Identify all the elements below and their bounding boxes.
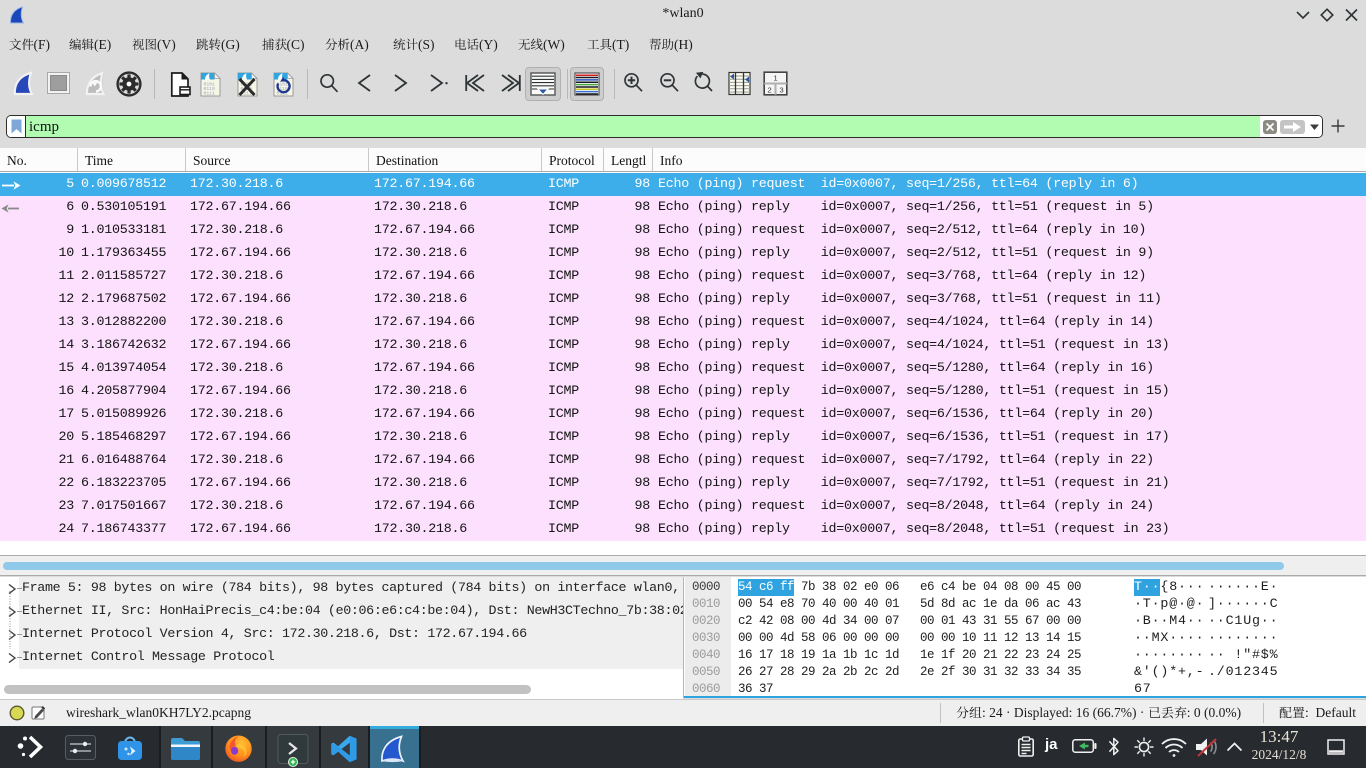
- svg-text:1: 1: [774, 74, 778, 83]
- svg-text:3: 3: [780, 86, 784, 95]
- svg-text:0111: 0111: [204, 91, 215, 97]
- svg-text:2: 2: [768, 86, 772, 95]
